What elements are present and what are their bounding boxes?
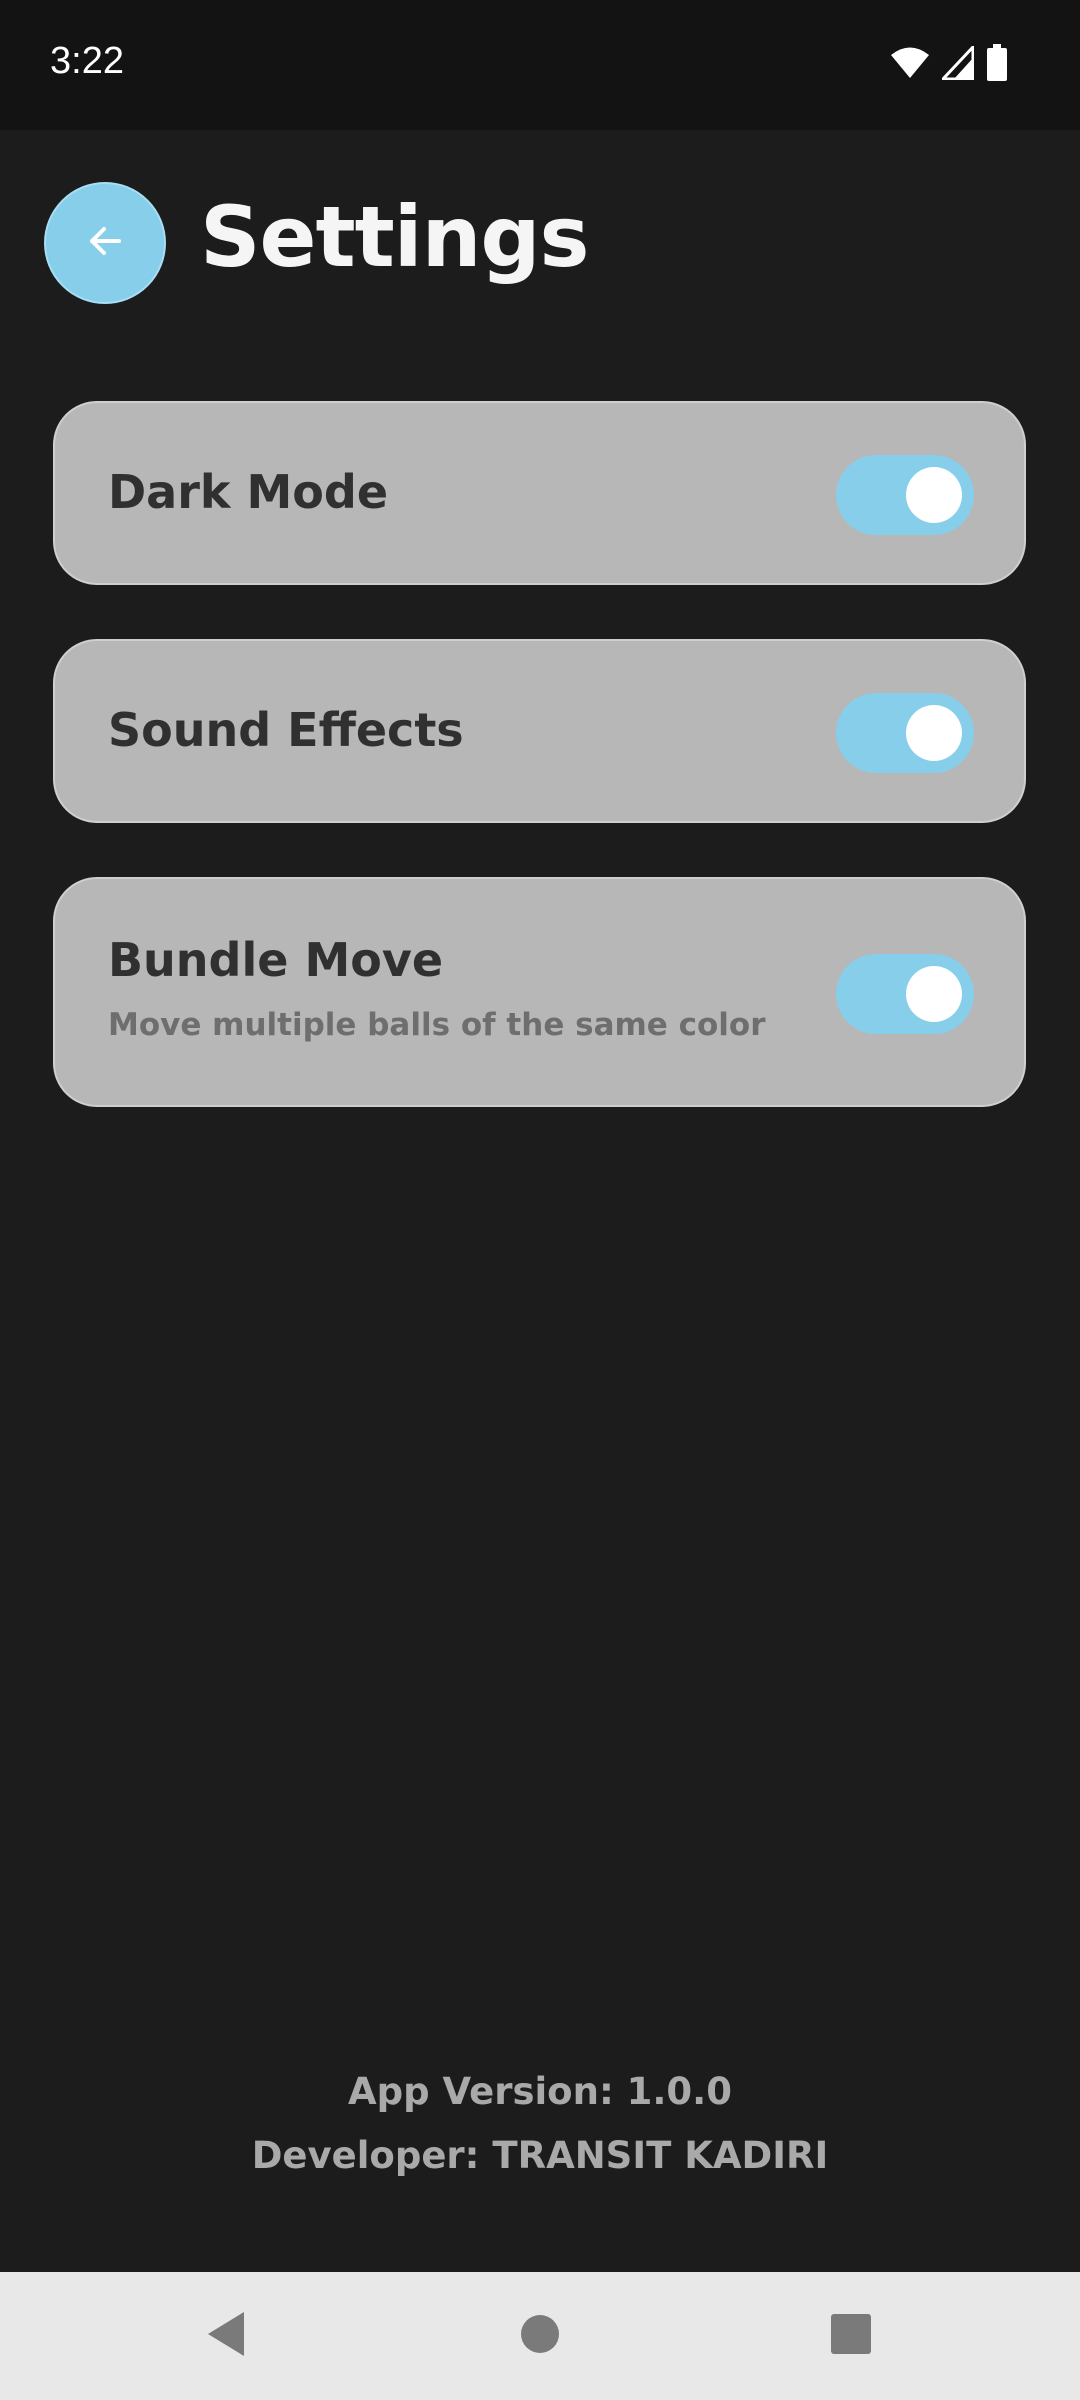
sound-effects-toggle[interactable]	[836, 693, 974, 773]
arrow-left-icon	[85, 221, 125, 265]
setting-title: Sound Effects	[108, 703, 464, 757]
back-triangle-icon	[204, 2310, 248, 2362]
setting-card-bundle-move: Bundle Move Move multiple balls of the s…	[53, 877, 1026, 1107]
wifi-icon	[890, 46, 930, 84]
signal-icon	[939, 43, 975, 84]
setting-title: Dark Mode	[108, 465, 389, 519]
status-bar: 3:22	[0, 0, 1080, 130]
toggle-knob	[906, 705, 962, 761]
home-circle-icon	[519, 2313, 561, 2359]
nav-recents-button[interactable]	[815, 2300, 887, 2372]
status-time: 3:22	[50, 40, 124, 82]
nav-back-button[interactable]	[190, 2300, 262, 2372]
setting-subtitle: Move multiple balls of the same color	[108, 1007, 766, 1043]
system-nav-bar	[0, 2272, 1080, 2400]
developer-text: Developer: TRANSIT KADIRI	[251, 2134, 829, 2177]
back-button[interactable]	[44, 182, 166, 304]
page-title: Settings	[200, 188, 589, 286]
settings-screen: 3:22 Settings Dark Mode Sound Effects Bu…	[0, 0, 1080, 2400]
bundle-move-toggle[interactable]	[836, 954, 974, 1034]
toggle-knob	[906, 467, 962, 523]
battery-icon	[986, 44, 1008, 86]
app-version-text: App Version: 1.0.0	[348, 2070, 732, 2113]
setting-card-dark-mode: Dark Mode	[53, 401, 1026, 585]
setting-card-sound-effects: Sound Effects	[53, 639, 1026, 823]
status-icons	[890, 43, 1008, 86]
toggle-knob	[906, 966, 962, 1022]
setting-title: Bundle Move	[108, 933, 444, 987]
nav-home-button[interactable]	[504, 2300, 576, 2372]
recents-square-icon	[830, 2313, 872, 2359]
dark-mode-toggle[interactable]	[836, 455, 974, 535]
